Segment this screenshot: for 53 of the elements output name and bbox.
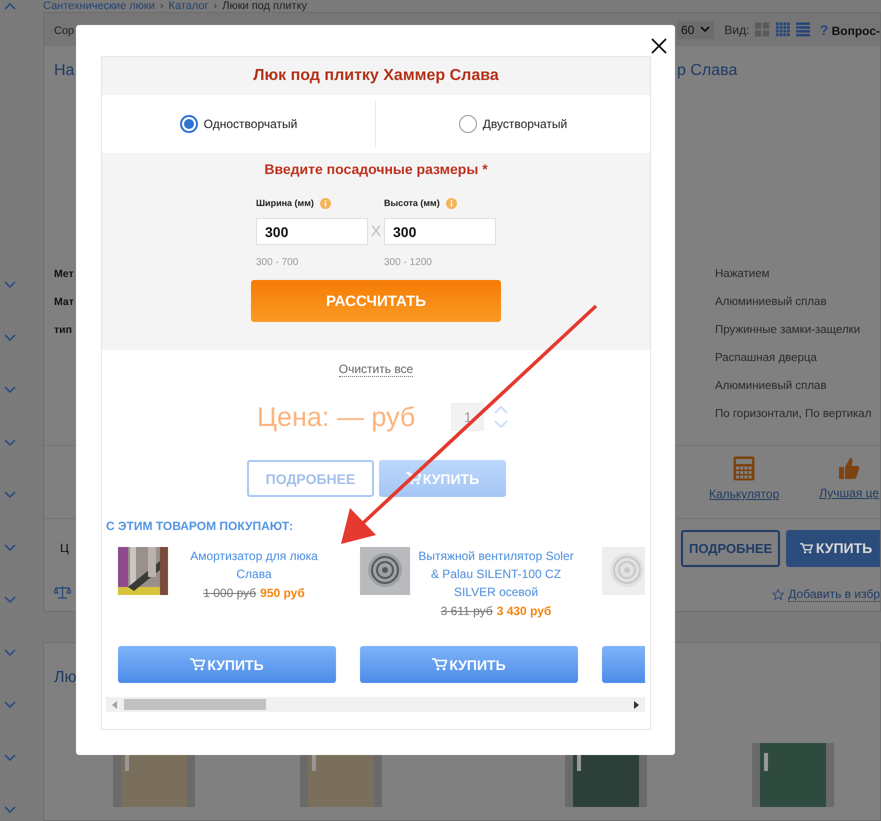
breadcrumb-separator: ›: [160, 0, 164, 12]
favorite-link[interactable]: Добавить в избр: [788, 586, 880, 602]
buy-button[interactable]: КУПИТЬ: [118, 646, 336, 683]
spec-value: Пружинные замки-защелки: [714, 323, 862, 338]
range-hint: 300 - 1200: [384, 257, 433, 268]
spec-label: Мет: [54, 267, 75, 282]
spec-label: Мат: [54, 295, 75, 310]
price-label: Ц: [59, 541, 69, 555]
spec-value: Алюминиевый сплав: [714, 295, 828, 310]
range-hint: 300 - 700: [256, 257, 300, 268]
size-input[interactable]: 300: [384, 218, 496, 245]
sale-price: 950 руб: [260, 586, 305, 600]
old-price: 3 611 руб: [440, 604, 493, 618]
option-label: Одностворчатый: [204, 117, 298, 131]
sizes-heading: Введите посадочные размеры *: [264, 161, 488, 177]
product-link[interactable]: Амортизатор для люка Слава: [176, 547, 332, 583]
product-title: р Слава: [677, 62, 738, 79]
spec-value: Нажатием: [714, 267, 771, 282]
section-title: Лю: [54, 669, 78, 688]
buy-button[interactable]: КУПИТЬ: [360, 646, 578, 683]
breadcrumb-separator: ›: [214, 0, 218, 12]
details-button[interactable]: ПОДРОБНЕЕ: [247, 460, 374, 497]
breadcrumb-link[interactable]: Каталог: [168, 0, 209, 12]
details-button[interactable]: ПОДРОБНЕЕ: [681, 530, 780, 566]
door-option[interactable]: Двустворчатый: [376, 95, 650, 153]
tool-link[interactable]: Калькулятор: [709, 487, 780, 501]
spec-value: Распашная дверца: [714, 351, 818, 366]
door-option[interactable]: Одностворчатый: [102, 101, 376, 147]
breadcrumb-link[interactable]: Сантехнические люки: [43, 0, 155, 12]
times-sign: X: [370, 222, 382, 242]
buy-button[interactable]: КУПИТЬ: [379, 460, 506, 497]
view-label: Вид:: [724, 22, 750, 36]
modal-title: Люк под плитку Хаммер Слава: [102, 57, 650, 95]
tool-link[interactable]: Лучшая це: [819, 486, 880, 500]
option-label: Двустворчатый: [482, 117, 568, 131]
field-label: Высота (мм): [384, 198, 440, 208]
clear-link[interactable]: Очистить все: [338, 362, 414, 377]
spec-value: По горизонтали, По вертикал: [714, 407, 872, 422]
calculate-button[interactable]: РАССЧИТАТЬ: [251, 280, 501, 322]
help-link[interactable]: ? Вопрос-: [820, 22, 880, 38]
buy-button[interactable]: КУПИТЬ: [786, 530, 880, 566]
size-input[interactable]: 300: [256, 218, 368, 245]
sort-label: Сор: [54, 24, 74, 36]
field-label: Ширина (мм): [256, 198, 314, 208]
spec-label: тип: [54, 323, 73, 338]
product-title: На: [54, 62, 74, 79]
sale-price: 3 430 руб: [496, 604, 552, 618]
old-price: 1 000 руб: [203, 586, 256, 600]
price-text: Цена: — руб: [257, 402, 416, 432]
spec-value: Алюминиевый сплав: [714, 379, 828, 394]
per-page-select[interactable]: 60: [677, 20, 714, 38]
product-link[interactable]: Вытяжной вентилятор Soler & Palau SILENT-100 CZ SILVER осевой: [418, 547, 574, 601]
related-heading: С ЭТИМ ТОВАРОМ ПОКУПАЮТ:: [105, 519, 294, 533]
